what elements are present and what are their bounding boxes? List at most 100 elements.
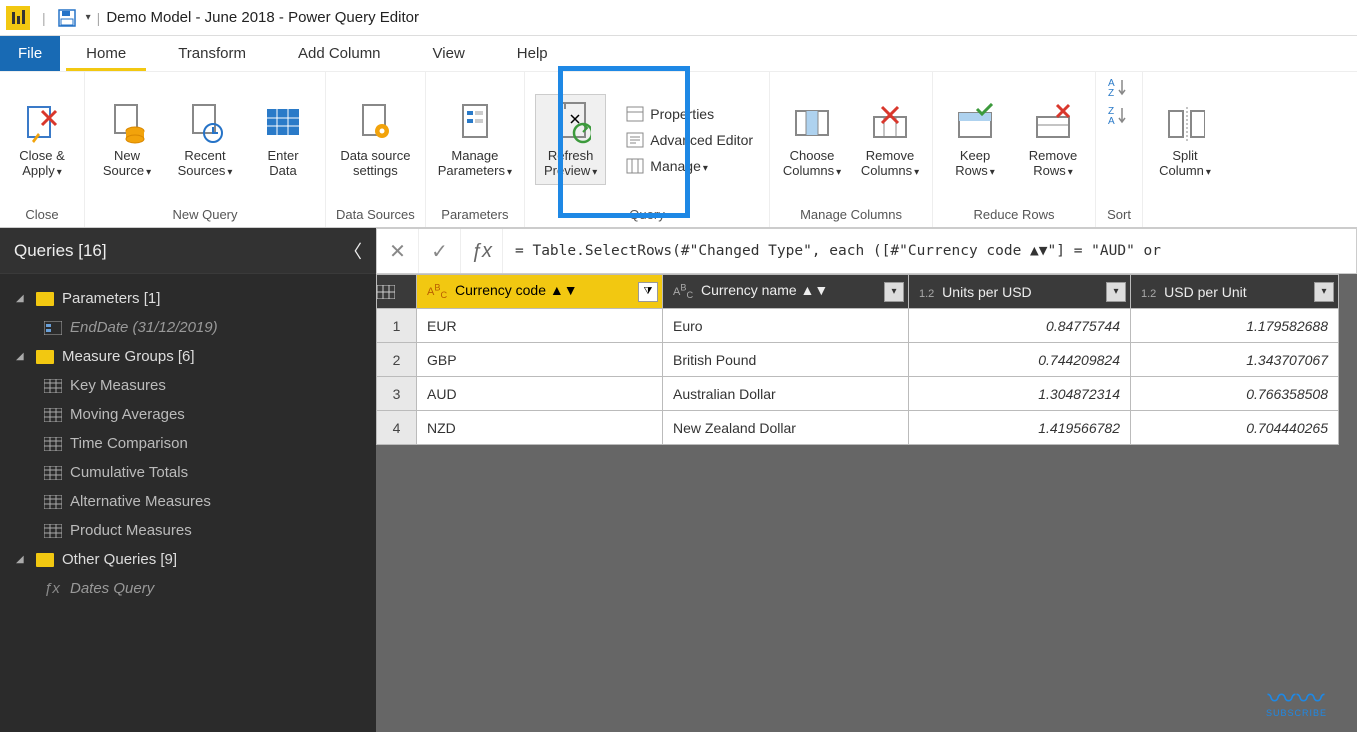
ribbon-group-query: Refresh Preview Properties Advanced Edit… bbox=[525, 72, 770, 227]
tree-item[interactable]: EndDate (31/12/2019) bbox=[4, 313, 372, 342]
tab-transform[interactable]: Transform bbox=[152, 36, 272, 71]
formula-text[interactable]: = Table.SelectRows(#"Changed Type", each… bbox=[503, 243, 1356, 259]
cell[interactable]: New Zealand Dollar bbox=[663, 411, 909, 445]
subscribe-watermark: 〰〰 SUBSCRIBE bbox=[1266, 691, 1327, 718]
sort-desc-button[interactable]: ZA bbox=[1106, 104, 1132, 126]
cell[interactable]: Euro bbox=[663, 309, 909, 343]
queries-header[interactable]: Queries [16] 〈 bbox=[0, 228, 376, 274]
recent-sources-button[interactable]: Recent Sources bbox=[173, 97, 237, 183]
column-header[interactable]: 1.2 USD per Unit▾ bbox=[1131, 275, 1339, 309]
choose-columns-icon bbox=[792, 101, 832, 145]
tab-help[interactable]: Help bbox=[491, 36, 574, 71]
close-apply-icon bbox=[22, 101, 62, 145]
refresh-preview-button[interactable]: Refresh Preview bbox=[535, 94, 606, 186]
cell[interactable]: EUR bbox=[417, 309, 663, 343]
separator: | bbox=[97, 10, 101, 26]
save-icon[interactable] bbox=[58, 9, 76, 27]
qat-dropdown-icon[interactable]: ▾ bbox=[86, 12, 91, 23]
cell[interactable]: 0.744209824 bbox=[909, 343, 1131, 377]
keep-rows-icon bbox=[955, 101, 995, 145]
remove-rows-button[interactable]: Remove Rows bbox=[1021, 97, 1085, 183]
content-split: Queries [16] 〈 ◢Parameters [1]EndDate (3… bbox=[0, 228, 1357, 732]
queries-tree: ◢Parameters [1]EndDate (31/12/2019)◢Meas… bbox=[0, 274, 376, 613]
manage-query-button[interactable]: Manage bbox=[626, 158, 753, 174]
tree-item[interactable]: Time Comparison bbox=[4, 429, 372, 458]
tree-item[interactable]: ƒxDates Query bbox=[4, 574, 372, 603]
formula-cancel-button[interactable]: ✕ bbox=[377, 229, 419, 273]
ribbon-group-new-query: New Source Recent Sources Enter Data New… bbox=[85, 72, 326, 227]
close-apply-button[interactable]: Close & Apply bbox=[10, 97, 74, 183]
split-column-button[interactable]: Split Column bbox=[1153, 97, 1217, 183]
fx-icon[interactable]: ƒx bbox=[461, 229, 503, 273]
row-number[interactable]: 4 bbox=[377, 411, 417, 445]
ribbon-tabs: File Home Transform Add Column View Help bbox=[0, 36, 1357, 72]
column-filter-icon[interactable]: ▾ bbox=[1106, 282, 1126, 302]
tree-group[interactable]: ◢Measure Groups [6] bbox=[4, 342, 372, 371]
app-logo-icon bbox=[6, 6, 30, 30]
remove-columns-icon bbox=[870, 101, 910, 145]
tab-file[interactable]: File bbox=[0, 36, 60, 71]
cell[interactable]: 1.179582688 bbox=[1131, 309, 1339, 343]
recent-sources-icon bbox=[185, 101, 225, 145]
column-filter-icon[interactable]: ⧩ bbox=[638, 282, 658, 302]
ribbon-group-split-column: Split Column bbox=[1143, 72, 1227, 227]
select-all-corner[interactable] bbox=[377, 275, 417, 309]
cell[interactable]: GBP bbox=[417, 343, 663, 377]
tab-add-column[interactable]: Add Column bbox=[272, 36, 407, 71]
remove-rows-icon bbox=[1033, 101, 1073, 145]
cell[interactable]: Australian Dollar bbox=[663, 377, 909, 411]
tree-item[interactable]: Moving Averages bbox=[4, 400, 372, 429]
row-number[interactable]: 3 bbox=[377, 377, 417, 411]
sort-asc-button[interactable]: AZ bbox=[1106, 76, 1132, 98]
query-links: Properties Advanced Editor Manage bbox=[620, 102, 759, 178]
tree-group[interactable]: ◢Other Queries [9] bbox=[4, 545, 372, 574]
column-header[interactable]: 1.2 Units per USD▾ bbox=[909, 275, 1131, 309]
collapse-icon[interactable]: 〈 bbox=[344, 238, 362, 264]
formula-commit-button[interactable]: ✓ bbox=[419, 229, 461, 273]
ribbon-group-reduce-rows: Keep Rows Remove Rows Reduce Rows bbox=[933, 72, 1096, 227]
tree-group[interactable]: ◢Parameters [1] bbox=[4, 284, 372, 313]
properties-button[interactable]: Properties bbox=[626, 106, 753, 122]
tree-item[interactable]: Cumulative Totals bbox=[4, 458, 372, 487]
remove-columns-button[interactable]: Remove Columns bbox=[858, 97, 922, 183]
formula-bar: ✕ ✓ ƒx = Table.SelectRows(#"Changed Type… bbox=[376, 228, 1357, 274]
cell[interactable]: 0.766358508 bbox=[1131, 377, 1339, 411]
choose-columns-button[interactable]: Choose Columns bbox=[780, 97, 844, 183]
tab-view[interactable]: View bbox=[407, 36, 491, 71]
cell[interactable]: AUD bbox=[417, 377, 663, 411]
keep-rows-button[interactable]: Keep Rows bbox=[943, 97, 1007, 183]
new-source-button[interactable]: New Source bbox=[95, 97, 159, 183]
enter-data-button[interactable]: Enter Data bbox=[251, 97, 315, 183]
tree-item[interactable]: Product Measures bbox=[4, 516, 372, 545]
refresh-preview-icon bbox=[551, 101, 591, 145]
manage-parameters-icon bbox=[455, 101, 495, 145]
data-source-settings-icon bbox=[355, 101, 395, 145]
cell[interactable]: British Pound bbox=[663, 343, 909, 377]
new-source-icon bbox=[107, 101, 147, 145]
column-header[interactable]: ABC Currency name ▲▼▾ bbox=[663, 275, 909, 309]
cell[interactable]: 0.704440265 bbox=[1131, 411, 1339, 445]
column-filter-icon[interactable]: ▾ bbox=[884, 282, 904, 302]
svg-text:Z: Z bbox=[1108, 88, 1114, 98]
svg-text:A: A bbox=[1108, 116, 1115, 126]
data-source-settings-button[interactable]: Data source settings bbox=[338, 97, 412, 183]
column-header[interactable]: ABC Currency code ▲▼⧩ bbox=[417, 275, 663, 309]
cell[interactable]: 1.343707067 bbox=[1131, 343, 1339, 377]
ribbon-group-close: Close & Apply Close bbox=[0, 72, 85, 227]
column-filter-icon[interactable]: ▾ bbox=[1314, 282, 1334, 302]
cell[interactable]: NZD bbox=[417, 411, 663, 445]
row-number[interactable]: 2 bbox=[377, 343, 417, 377]
tree-item[interactable]: Alternative Measures bbox=[4, 487, 372, 516]
manage-parameters-button[interactable]: Manage Parameters bbox=[436, 97, 514, 183]
enter-data-icon bbox=[263, 101, 303, 145]
ribbon-group-sort: AZ ZA Sort bbox=[1096, 72, 1143, 227]
ribbon-group-data-sources: Data source settings Data Sources bbox=[326, 72, 426, 227]
advanced-editor-button[interactable]: Advanced Editor bbox=[626, 132, 753, 148]
row-number[interactable]: 1 bbox=[377, 309, 417, 343]
tab-home[interactable]: Home bbox=[60, 36, 152, 71]
cell[interactable]: 1.304872314 bbox=[909, 377, 1131, 411]
ribbon-group-manage-columns: Choose Columns Remove Columns Manage Col… bbox=[770, 72, 933, 227]
tree-item[interactable]: Key Measures bbox=[4, 371, 372, 400]
cell[interactable]: 0.84775744 bbox=[909, 309, 1131, 343]
cell[interactable]: 1.419566782 bbox=[909, 411, 1131, 445]
